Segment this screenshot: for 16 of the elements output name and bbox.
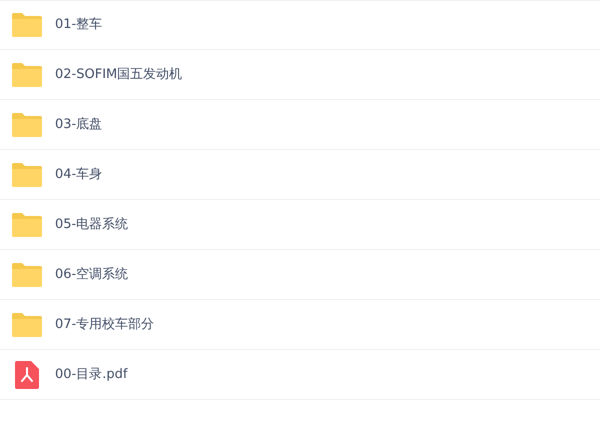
folder-icon <box>12 13 42 37</box>
file-name[interactable]: 01-整车 <box>55 15 102 35</box>
file-name[interactable]: 06-空调系统 <box>55 264 128 284</box>
file-name[interactable]: 02-SOFIM国五发动机 <box>55 64 182 84</box>
folder-icon <box>12 162 42 186</box>
folder-icon <box>12 112 42 136</box>
file-name[interactable]: 07-专用校车部分 <box>55 314 154 334</box>
pdf-icon <box>15 360 39 388</box>
folder-icon <box>12 212 42 236</box>
file-name[interactable]: 03-底盘 <box>55 114 102 134</box>
folder-icon <box>12 62 42 86</box>
folder-icon <box>12 262 42 286</box>
folder-icon <box>12 312 42 336</box>
file-name[interactable]: 05-电器系统 <box>55 214 128 234</box>
file-name[interactable]: 04-车身 <box>55 164 102 184</box>
file-name[interactable]: 00-目录.pdf <box>55 364 128 384</box>
